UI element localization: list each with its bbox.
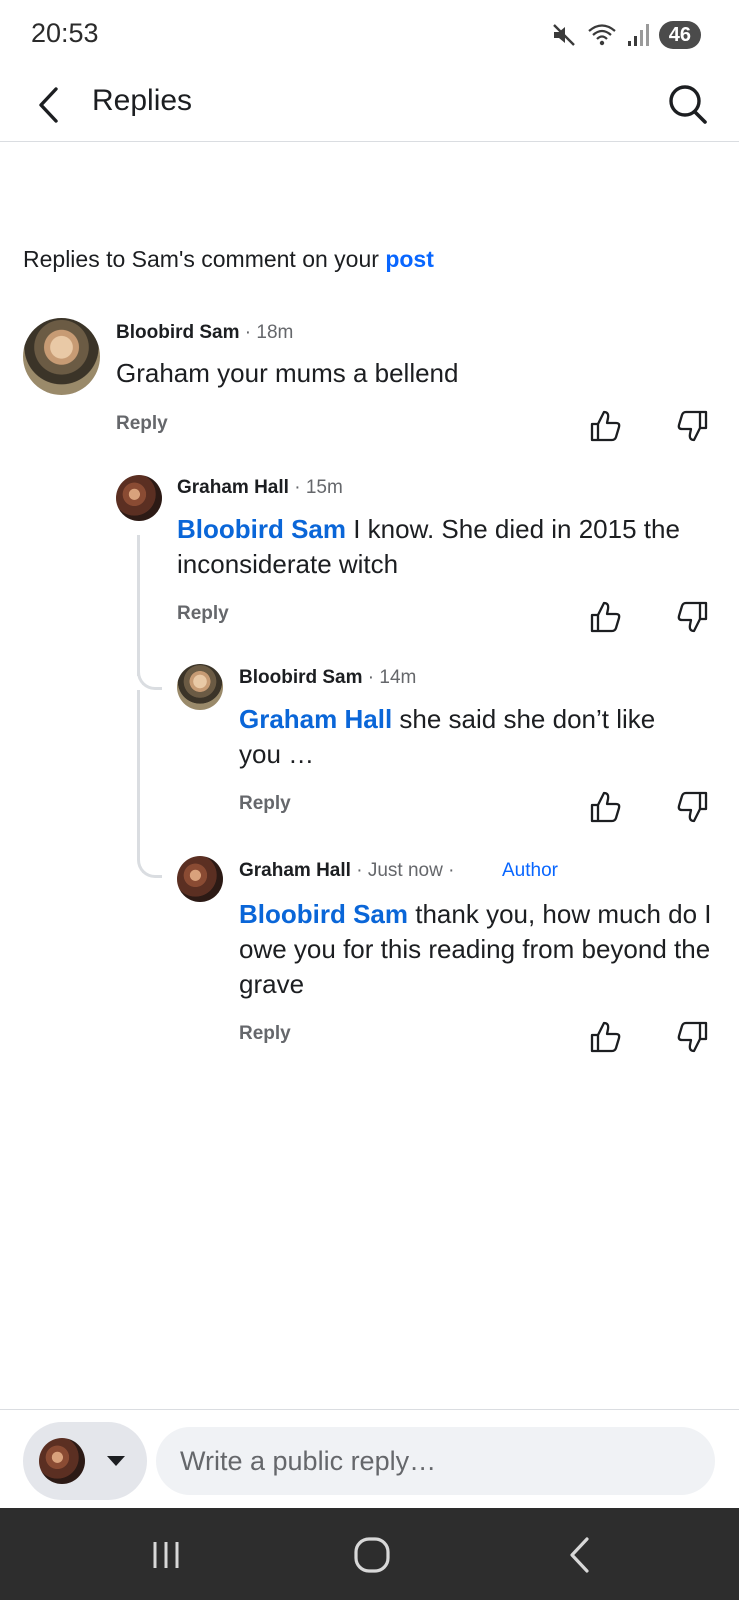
- status-time: 20:53: [31, 18, 99, 48]
- status-icons: 46: [551, 20, 701, 50]
- reply-button[interactable]: Reply: [116, 413, 168, 435]
- avatar[interactable]: [116, 475, 162, 521]
- mention-link[interactable]: Graham Hall: [239, 704, 392, 734]
- mention-link[interactable]: Bloobird Sam: [177, 514, 346, 544]
- search-button[interactable]: [667, 82, 709, 126]
- profile-switcher-button[interactable]: [23, 1422, 147, 1500]
- back-button[interactable]: [30, 84, 66, 126]
- comment-author[interactable]: Graham Hall: [239, 860, 351, 881]
- context-text: Replies to Sam's comment on your: [23, 246, 386, 272]
- comment-header: Graham Hall · 15m: [177, 477, 343, 499]
- comment-header: Bloobird Sam · 14m: [239, 667, 416, 689]
- comment-author[interactable]: Bloobird Sam: [239, 667, 363, 688]
- system-nav-bar: [0, 1508, 739, 1600]
- thread-connector: [137, 658, 162, 690]
- thumbs-up-icon[interactable]: [588, 789, 624, 825]
- back-nav-icon[interactable]: [555, 1530, 605, 1580]
- comment-body: Graham your mums a bellend: [116, 356, 716, 391]
- comment-body: Graham Hall she said she don’t like you …: [239, 702, 699, 772]
- comment-header: Bloobird Sam · 18m: [116, 322, 293, 344]
- post-link[interactable]: post: [385, 246, 434, 272]
- avatar[interactable]: [177, 664, 223, 710]
- page-title: Replies: [92, 84, 193, 117]
- thumbs-down-icon[interactable]: [674, 408, 710, 444]
- wifi-icon: [588, 24, 616, 46]
- thumbs-up-icon[interactable]: [588, 1019, 624, 1055]
- mute-icon: [552, 24, 575, 46]
- chevron-left-icon: [39, 87, 58, 123]
- reply-button[interactable]: Reply: [177, 603, 229, 625]
- reply-button[interactable]: Reply: [239, 1023, 291, 1045]
- reply-composer: [0, 1409, 739, 1508]
- app-header: Replies: [0, 70, 739, 142]
- home-icon[interactable]: [347, 1530, 397, 1580]
- signal-icon: [627, 24, 649, 46]
- thread-line: [137, 690, 140, 855]
- comment-time: · 14m: [362, 667, 417, 688]
- search-icon: [669, 85, 707, 124]
- comment-author[interactable]: Bloobird Sam: [116, 322, 240, 343]
- battery-icon: 46: [658, 21, 701, 49]
- reply-input[interactable]: [156, 1427, 715, 1495]
- reply-button[interactable]: Reply: [239, 793, 291, 815]
- avatar: [39, 1438, 85, 1484]
- avatar[interactable]: [177, 856, 223, 902]
- comment-body: Bloobird Sam I know. She died in 2015 th…: [177, 512, 717, 582]
- replies-context: Replies to Sam's comment on your post: [23, 246, 434, 273]
- comment-header: Graham Hall · Just now ·: [239, 860, 454, 882]
- thumbs-up-icon[interactable]: [588, 599, 624, 635]
- recent-apps-icon[interactable]: [141, 1530, 191, 1580]
- thumbs-down-icon[interactable]: [674, 789, 710, 825]
- comment-body: Bloobird Sam thank you, how much do I ow…: [239, 897, 724, 1002]
- thumbs-up-icon[interactable]: [588, 408, 624, 444]
- thread-line: [137, 535, 140, 676]
- mention-link[interactable]: Bloobird Sam: [239, 899, 408, 929]
- thumbs-down-icon[interactable]: [674, 599, 710, 635]
- comment-time: · 18m: [239, 322, 294, 343]
- caret-down-icon: [107, 1456, 125, 1466]
- avatar[interactable]: [23, 318, 100, 395]
- comment-text: Graham your mums a bellend: [116, 358, 459, 388]
- comment-time: · Just now ·: [350, 860, 455, 881]
- thumbs-down-icon[interactable]: [674, 1019, 710, 1055]
- comment-author[interactable]: Graham Hall: [177, 477, 289, 498]
- author-badge: Author: [502, 860, 558, 881]
- comment-time: · 15m: [288, 477, 343, 498]
- status-bar: 20:53 46: [0, 0, 739, 70]
- thread-connector: [137, 846, 162, 878]
